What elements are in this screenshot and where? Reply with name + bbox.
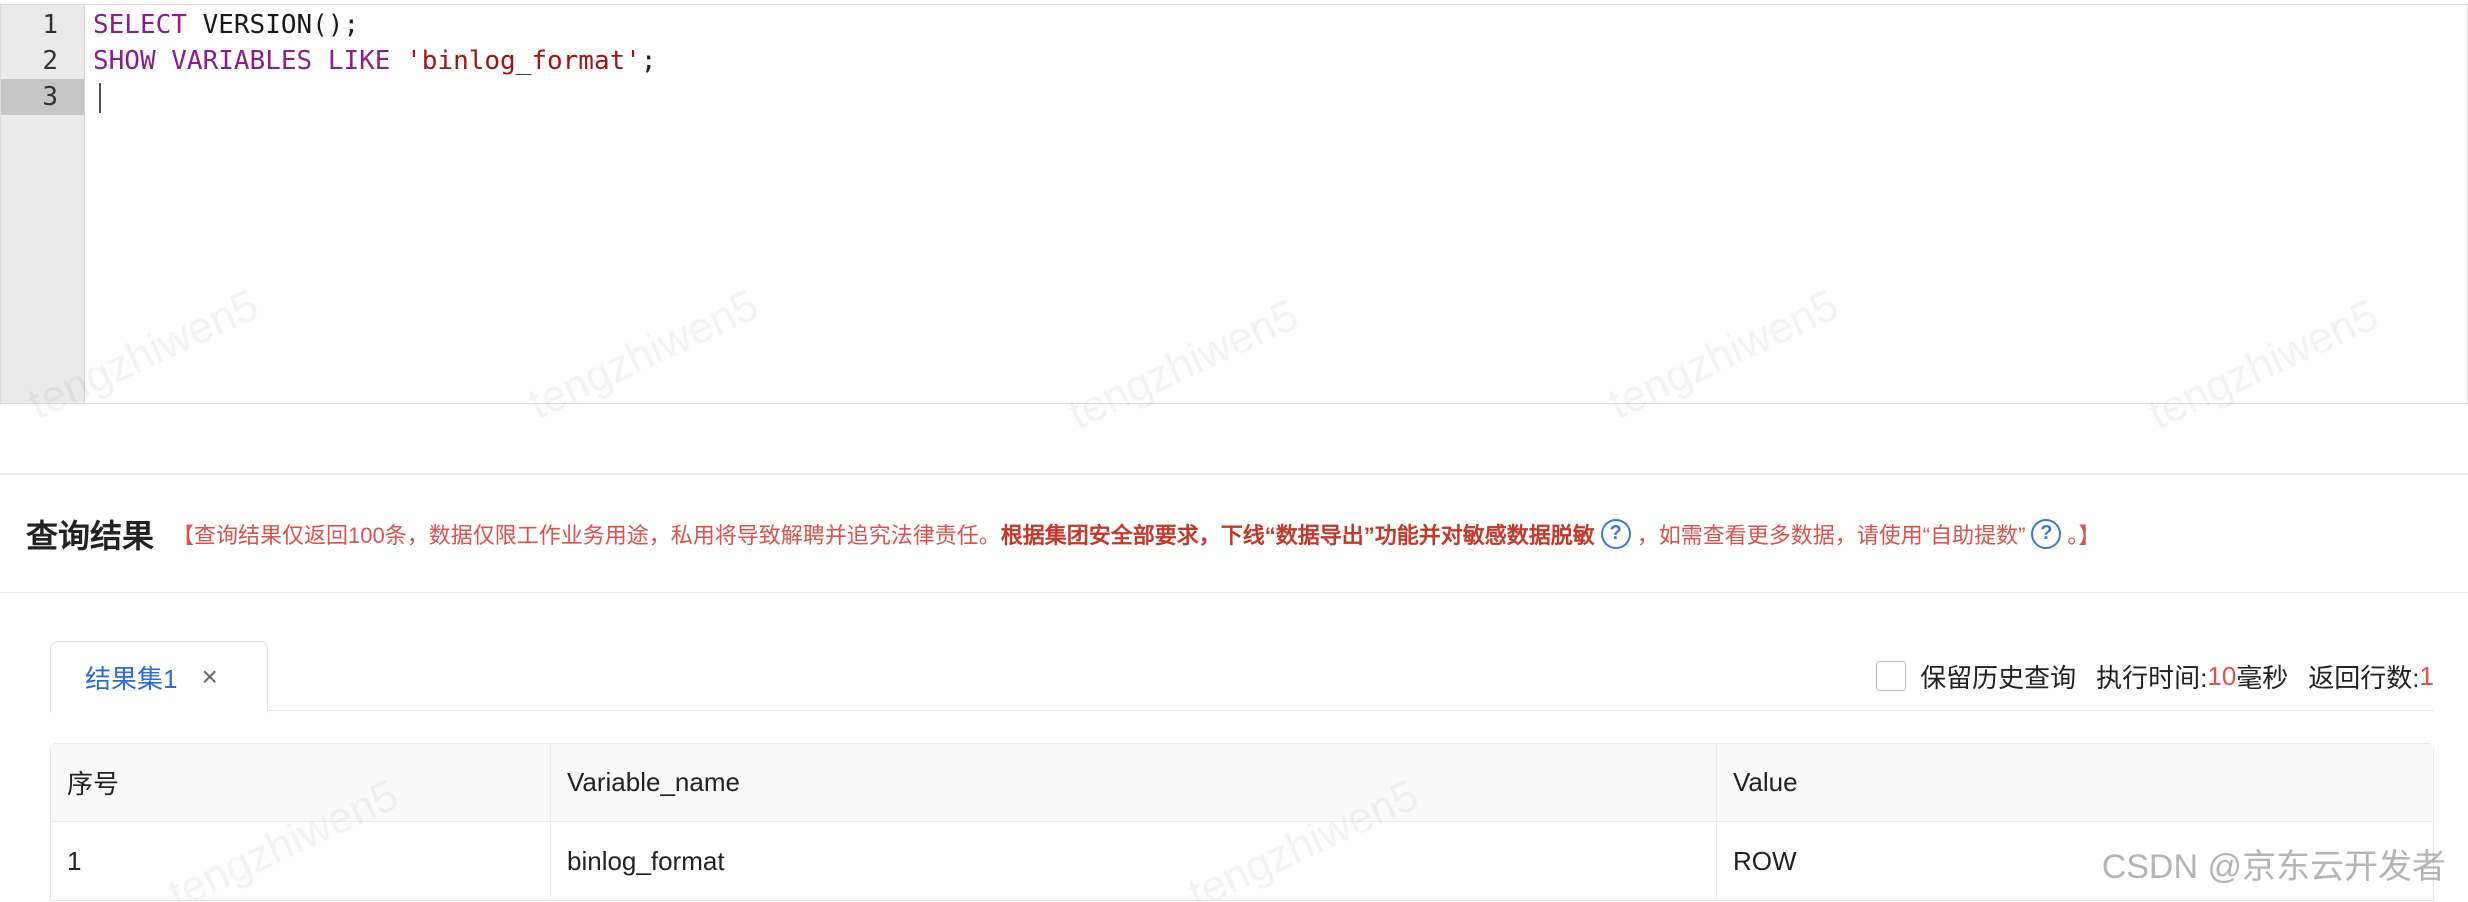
credit-watermark: CSDN @京东云开发者	[2101, 848, 2446, 886]
result-tabs: 结果集1 × 保留历史查询 执行时间: 10 毫秒 返回行数: 1	[50, 641, 2434, 713]
keep-history-checkbox[interactable]	[1876, 661, 1907, 691]
keep-history-label[interactable]: 保留历史查询	[1920, 658, 2076, 695]
column-header-variable-name[interactable]: Variable_name	[551, 744, 1717, 821]
editor-results-divider[interactable]	[0, 404, 2468, 474]
rows-label: 返回行数:	[2308, 662, 2420, 693]
code-line-2[interactable]: SHOW VARIABLES LIKE 'binlog_format';	[93, 43, 2467, 79]
help-question-icon[interactable]: ?	[2031, 518, 2062, 549]
sql-text: ;	[640, 46, 657, 76]
code-line-3[interactable]	[93, 79, 2467, 115]
sql-keyword: VARIABLES	[171, 46, 313, 76]
line-number: 2	[42, 46, 58, 76]
results-header: 查询结果 【查询结果仅返回100条，数据仅限工作业务用途，私用将导致解聘并追究法…	[0, 475, 2468, 593]
line-number-active: 3	[1, 79, 84, 115]
line-number-gutter: 1 2 3	[1, 5, 85, 403]
column-header-index[interactable]: 序号	[51, 744, 551, 821]
tab-result-set-1[interactable]: 结果集1 ×	[50, 641, 268, 713]
rows-value: 1	[2419, 660, 2434, 691]
sql-keyword: SELECT	[93, 10, 187, 40]
query-meta: 保留历史查询 执行时间: 10 毫秒 返回行数: 1	[1876, 641, 2434, 711]
results-panel: 查询结果 【查询结果仅返回100条，数据仅限工作业务用途，私用将导致解聘并追究法…	[0, 474, 2468, 902]
exec-time-unit: 毫秒	[2236, 662, 2289, 693]
line-number: 1	[42, 10, 58, 40]
notice-text-1: 【查询结果仅返回100条，数据仅限工作业务用途，私用将导致解聘并追究法律责任。	[172, 522, 1001, 548]
notice-text-2: ，如需查看更多数据，请使用“自助提数”	[1636, 522, 2026, 548]
sql-editor[interactable]: 1 2 3 SELECT VERSION(); SHOW VARIABLES L…	[0, 4, 2468, 404]
results-title: 查询结果	[26, 517, 155, 554]
notice-text-bold: 根据集团安全部要求，下线“数据导出”功能并对敏感数据脱敏	[1000, 522, 1595, 548]
help-question-icon[interactable]: ?	[1600, 518, 1631, 549]
table-cell[interactable]: binlog_format	[551, 822, 1717, 900]
tab-label[interactable]: 结果集1	[85, 659, 177, 696]
sql-keyword: LIKE	[327, 46, 391, 76]
code-area[interactable]: SELECT VERSION(); SHOW VARIABLES LIKE 'b…	[85, 5, 2467, 403]
sql-query-page: 1 2 3 SELECT VERSION(); SHOW VARIABLES L…	[0, 0, 2468, 902]
results-table: 序号 Variable_name Value 1 binlog_format R…	[50, 743, 2434, 901]
close-icon[interactable]: ×	[201, 661, 217, 693]
results-notice: 【查询结果仅返回100条，数据仅限工作业务用途，私用将导致解聘并追究法律责任。 …	[172, 518, 2100, 550]
code-line-1[interactable]: SELECT VERSION();	[93, 7, 2467, 43]
text-cursor	[99, 82, 101, 113]
sql-string: 'binlog_format'	[406, 46, 641, 76]
sql-keyword: SHOW	[93, 46, 156, 76]
table-cell[interactable]: 1	[51, 822, 551, 900]
column-header-value[interactable]: Value	[1717, 744, 2433, 821]
sql-text: VERSION();	[186, 10, 360, 40]
exec-time-value: 10	[2207, 660, 2237, 691]
table-row[interactable]: 1 binlog_format ROW	[51, 822, 2433, 900]
table-header-row: 序号 Variable_name Value	[51, 744, 2433, 822]
exec-time-label: 执行时间:	[2096, 662, 2208, 693]
notice-text-end: 。】	[2067, 522, 2101, 548]
